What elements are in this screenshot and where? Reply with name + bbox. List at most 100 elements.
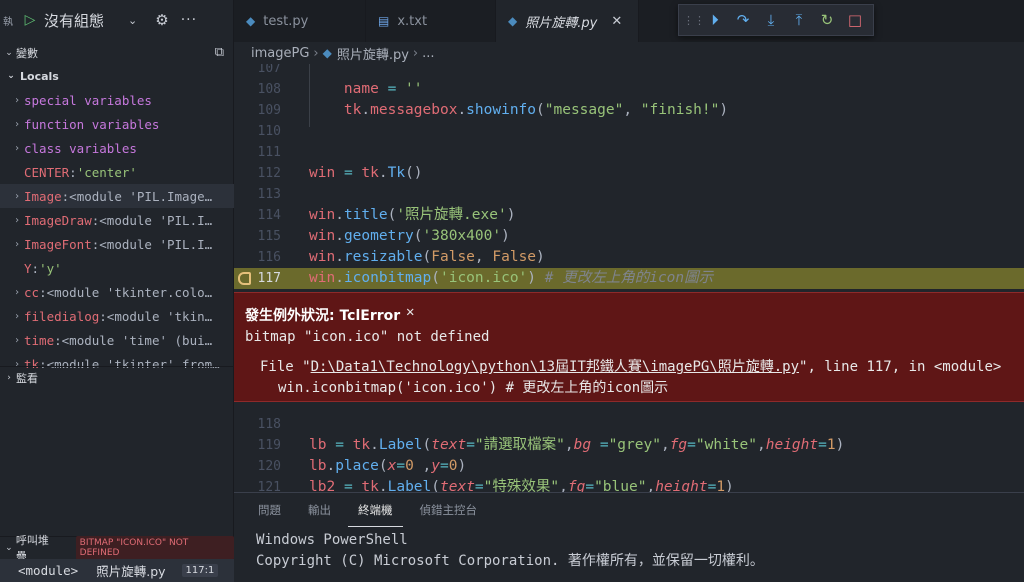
exception-title: 發生例外狀況: TclError <box>245 308 401 324</box>
variable-row[interactable]: › time: <module 'time' (bui… <box>0 328 234 352</box>
exception-trace-location: File "D:\Data1\Technology\python\13屆IT邦鐵… <box>260 356 1001 376</box>
chevron-right-icon[interactable]: › <box>10 95 24 106</box>
gear-icon[interactable]: ⚙ <box>155 11 168 29</box>
variable-row[interactable]: › function variables <box>0 112 234 136</box>
variable-separator: : <box>39 284 47 300</box>
code-line: 113 <box>234 184 1024 205</box>
variable-separator: : <box>91 236 100 252</box>
chevron-down-icon[interactable]: ⌄ <box>128 14 137 27</box>
breadcrumb-more[interactable]: ... <box>422 46 434 61</box>
code-token: geometry <box>343 228 414 244</box>
callstack-section-header[interactable]: ⌄ 呼叫堆疊 BITMAP "ICON.ICO" NOT DEFINED <box>0 534 234 563</box>
code-token: . <box>335 270 344 286</box>
terminal-line: Windows PowerShell <box>256 532 408 548</box>
watch-section-header[interactable]: › 監看 <box>0 366 234 388</box>
code-token: ( <box>422 437 432 453</box>
variable-row[interactable]: Y: 'y' <box>0 256 234 280</box>
variable-row[interactable]: › ImageDraw: <module 'PIL.I… <box>0 208 234 232</box>
variable-row[interactable]: CENTER: 'center' <box>0 160 234 184</box>
frame-position: 117:1 <box>181 564 219 577</box>
close-icon[interactable]: ✕ <box>406 304 414 320</box>
variable-row[interactable]: › special variables <box>0 88 234 112</box>
code-editor[interactable]: 107 108 name = '' 109 tk.messagebox.showin… <box>234 64 1024 492</box>
breadcrumb: imagePG › ◆ 照片旋轉.py › ... <box>234 42 1024 64</box>
tab-test-py[interactable]: ◆ test.py <box>234 0 366 42</box>
tab-debug-console[interactable]: 偵錯主控台 <box>410 493 488 527</box>
trace-file-link[interactable]: D:\Data1\Technology\python\13屆IT邦鐵人賽\ima… <box>311 359 799 375</box>
tab-x-txt[interactable]: ▤ x.txt <box>366 0 496 42</box>
code-token: ) <box>527 270 545 286</box>
tab-terminal[interactable]: 終端機 <box>348 493 403 527</box>
code-line: 121 lb2 = tk.Label(text="特殊效果",fg="blue",… <box>234 477 1024 492</box>
variable-row[interactable]: › Image: <module 'PIL.Image… <box>0 184 234 208</box>
python-icon: ◆ <box>508 14 518 28</box>
chevron-right-icon[interactable]: › <box>10 215 24 226</box>
code-token: , <box>646 479 656 492</box>
exception-badge: BITMAP "ICON.ICO" NOT DEFINED <box>75 535 234 560</box>
tab-label: 照片旋轉.py <box>525 15 598 31</box>
code-token: , <box>660 437 670 453</box>
line-number: 121 <box>257 480 281 492</box>
run-debug-title: 執 <box>3 16 13 28</box>
code-token: () <box>405 165 423 181</box>
stop-icon[interactable]: □ <box>841 8 869 32</box>
drag-handle-icon[interactable]: ⋮⋮ <box>683 14 705 27</box>
start-debugging-icon[interactable]: ▷ <box>20 12 40 28</box>
code-line: 110 <box>234 121 1024 142</box>
step-into-icon[interactable]: ⤓ <box>757 8 785 32</box>
line-number: 114 <box>257 208 281 223</box>
code-token: ) <box>506 207 516 223</box>
chevron-right-icon[interactable]: › <box>10 335 24 346</box>
variable-row[interactable]: › cc: <module 'tkinter.colo… <box>0 280 234 304</box>
chevron-right-icon[interactable]: › <box>10 287 24 298</box>
variable-name: function variables <box>24 116 160 132</box>
chevron-right-icon[interactable]: › <box>10 119 24 130</box>
step-out-icon[interactable]: ⤒ <box>785 8 813 32</box>
debug-config-select[interactable]: 沒有組態 <box>44 10 104 31</box>
chevron-right-icon: › <box>7 372 11 383</box>
chevron-right-icon[interactable]: › <box>10 311 24 322</box>
code-token: tk <box>361 479 379 492</box>
code-token: place <box>335 458 379 474</box>
code-token: = <box>466 437 475 453</box>
python-icon: ◆ <box>246 14 256 28</box>
variables-section-header[interactable]: ⌄ 變數 ⧉ <box>0 42 234 64</box>
variable-name: Image <box>24 188 62 204</box>
code-line: 119 lb = tk.Label(text="請選取檔案",bg ="grey"… <box>234 435 1024 456</box>
breadcrumb-folder[interactable]: imagePG <box>251 46 309 61</box>
variable-value: <module 'tkin… <box>106 308 213 324</box>
tab-output[interactable]: 輸出 <box>298 493 341 527</box>
variable-row[interactable]: › filedialog: <module 'tkin… <box>0 304 234 328</box>
step-over-icon[interactable]: ↷ <box>729 8 757 32</box>
locals-scope[interactable]: ⌄ Locals <box>0 66 234 86</box>
callstack-frame[interactable]: <module> 照片旋轉.py 117:1 <box>0 559 234 582</box>
more-actions-icon[interactable]: ··· <box>181 12 197 28</box>
tab-problems[interactable]: 問題 <box>248 493 291 527</box>
code-token: 1 <box>716 479 726 492</box>
chevron-right-icon[interactable]: › <box>10 143 24 154</box>
code-token: ( <box>536 102 545 118</box>
code-token: lb <box>309 458 327 474</box>
breadcrumb-file[interactable]: 照片旋轉.py <box>337 44 409 63</box>
close-icon[interactable]: ✕ <box>611 14 622 29</box>
chevron-right-icon[interactable]: › <box>10 239 24 250</box>
restart-icon[interactable]: ↻ <box>813 8 841 32</box>
continue-icon[interactable]: ⏵ <box>701 8 729 32</box>
collapse-all-icon[interactable]: ⧉ <box>215 45 224 60</box>
code-token: 1 <box>826 437 836 453</box>
code-token: name <box>343 81 379 97</box>
code-token: 'icon.ico' <box>439 270 528 286</box>
panel-tabs: 問題 輸出 終端機 偵錯主控台 <box>248 493 494 527</box>
code-token: = <box>599 437 609 453</box>
code-token: height <box>655 479 708 492</box>
current-line: 117 win.iconbitmap('icon.ico') # 更改左上角的ic… <box>234 268 1024 289</box>
tab-active-file[interactable]: ◆ 照片旋轉.py ✕ <box>496 0 639 42</box>
variable-row[interactable]: › ImageFont: <module 'PIL.I… <box>0 232 234 256</box>
line-number: 120 <box>257 459 281 474</box>
code-token: '380x400' <box>422 228 502 244</box>
variable-row[interactable]: › class variables <box>0 136 234 160</box>
chevron-right-icon[interactable]: › <box>10 191 24 202</box>
